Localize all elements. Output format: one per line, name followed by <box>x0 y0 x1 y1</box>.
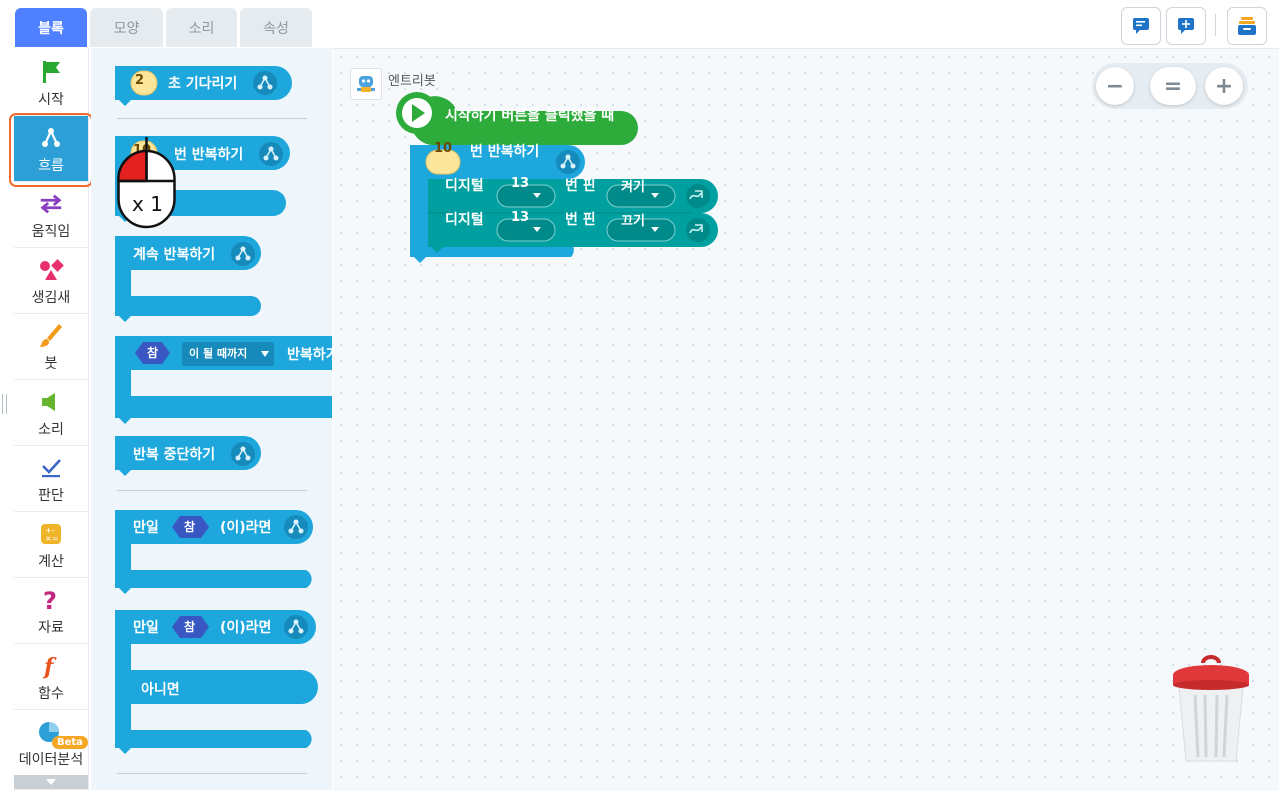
pin-label: 번 핀 <box>565 212 596 228</box>
break-block-label: 반복 중단하기 <box>133 447 216 463</box>
zoom-reset-button[interactable]: = <box>1150 67 1196 105</box>
category-brush[interactable]: 붓 <box>14 314 88 380</box>
repeat-count-value[interactable]: 10 <box>434 141 452 156</box>
category-calculation[interactable]: +- ×= 계산 <box>14 512 88 578</box>
condition-true-label: 참 <box>184 620 196 634</box>
trash-can-icon[interactable] <box>1171 653 1251 765</box>
chevron-down-icon <box>46 779 56 785</box>
pin-value: 13 <box>511 176 530 191</box>
pin-label: 번 핀 <box>565 178 596 194</box>
storage-button[interactable] <box>1227 7 1267 45</box>
start-block-label: 시작하기 버튼을 클릭했을 때 <box>445 108 615 124</box>
entrybot-icon <box>357 76 375 92</box>
tab-sounds[interactable]: 소리 <box>166 8 237 47</box>
move-arrows-icon <box>38 191 64 217</box>
looks-shapes-icon <box>38 257 64 283</box>
tab-label: 모양 <box>113 20 140 37</box>
category-data[interactable]: ? 자료 <box>14 578 88 644</box>
category-data-analysis[interactable]: Beta 데이터분석 <box>14 710 88 790</box>
category-label: 생김새 <box>31 290 71 306</box>
tab-shapes[interactable]: 모양 <box>90 8 163 47</box>
category-label: 붓 <box>44 356 58 372</box>
zoom-in-button[interactable]: + <box>1205 67 1243 105</box>
pin-value: 13 <box>511 210 530 225</box>
category-label: 계산 <box>38 554 64 570</box>
header-divider <box>1215 14 1216 36</box>
category-function[interactable]: f 함수 <box>14 644 88 710</box>
tab-label: 소리 <box>188 20 215 37</box>
brush-icon <box>38 323 64 349</box>
category-label: 움직임 <box>31 224 71 240</box>
category-motion[interactable]: 움직임 <box>14 182 88 248</box>
equals-icon: = <box>1163 73 1183 99</box>
comment-button[interactable] <box>1121 7 1161 45</box>
tab-blocks[interactable]: 블록 <box>15 8 87 47</box>
category-start[interactable]: 시작 <box>14 50 88 116</box>
click-count-label: x 1 <box>132 192 163 216</box>
script-workspace[interactable]: 엔트리봇 시작하기 버튼을 클릭했을 때 10 번 반복하기 디지털 13 번 … <box>333 48 1279 791</box>
flow-icon <box>556 150 580 174</box>
category-label: 데이터분석 <box>18 752 84 768</box>
wait-block-label: 초 기다리기 <box>168 76 238 92</box>
if-suffix-label: (이)라면 <box>220 520 272 536</box>
category-looks[interactable]: 생김새 <box>14 248 88 314</box>
svg-text:?: ? <box>43 587 57 613</box>
if-else-suffix-label: (이)라면 <box>220 620 272 636</box>
category-label: 소리 <box>38 422 64 438</box>
object-name: 엔트리봇 <box>388 74 436 89</box>
if-else-prefix-label: 만일 <box>133 620 159 636</box>
add-comment-button[interactable] <box>1166 7 1206 45</box>
category-label: 함수 <box>38 686 64 702</box>
category-judgement[interactable]: 판단 <box>14 446 88 512</box>
digital-label: 디지털 <box>445 178 484 194</box>
svg-text:×=: ×= <box>45 534 58 543</box>
question-icon: ? <box>38 587 64 613</box>
repeat-n-label: 번 반복하기 <box>174 147 244 163</box>
repeat-block-label: 번 반복하기 <box>470 144 540 160</box>
state-value: 켜기 <box>621 180 645 195</box>
flag-icon <box>38 59 64 85</box>
condition-true-label: 참 <box>184 520 196 534</box>
state-value: 끄기 <box>621 214 645 229</box>
if-prefix-label: 만일 <box>133 520 159 536</box>
mouse-click-indicator: x 1 <box>117 137 177 229</box>
dropdown-arrow-icon <box>261 351 269 357</box>
calculator-icon: +- ×= <box>38 521 64 547</box>
object-thumbnail <box>350 68 382 100</box>
minus-icon: − <box>1105 73 1125 99</box>
condition-true-label: 참 <box>147 346 159 360</box>
beta-badge: Beta <box>52 736 88 749</box>
checkmark-icon <box>38 455 64 481</box>
storage-box-icon <box>1238 17 1256 35</box>
scroll-down-button[interactable] <box>14 775 88 789</box>
else-label: 아니면 <box>141 682 180 698</box>
until-dropdown-label: 이 될 때까지 <box>189 347 248 360</box>
sidebar-resize-handle[interactable] <box>2 394 8 414</box>
zoom-out-button[interactable]: − <box>1096 67 1134 105</box>
wait-seconds-value[interactable]: 2 <box>135 73 144 88</box>
repeat-forever-label: 계속 반복하기 <box>133 247 216 263</box>
svg-text:f: f <box>42 654 57 679</box>
category-sound[interactable]: 소리 <box>14 380 88 446</box>
tab-properties[interactable]: 속성 <box>240 8 312 47</box>
digital-label: 디지털 <box>445 212 484 228</box>
category-label: 판단 <box>38 488 64 504</box>
function-icon: f <box>38 653 64 679</box>
repeat-until-label: 반복하기 <box>287 347 332 363</box>
comment-icon <box>1133 18 1149 34</box>
tab-label: 속성 <box>263 20 289 37</box>
category-highlight <box>9 113 93 187</box>
category-label: 시작 <box>38 92 64 108</box>
category-label: 자료 <box>38 620 64 636</box>
speaker-icon <box>38 389 64 415</box>
plus-icon: + <box>1214 73 1234 99</box>
tab-label: 블록 <box>38 20 64 37</box>
add-comment-icon <box>1178 18 1194 34</box>
